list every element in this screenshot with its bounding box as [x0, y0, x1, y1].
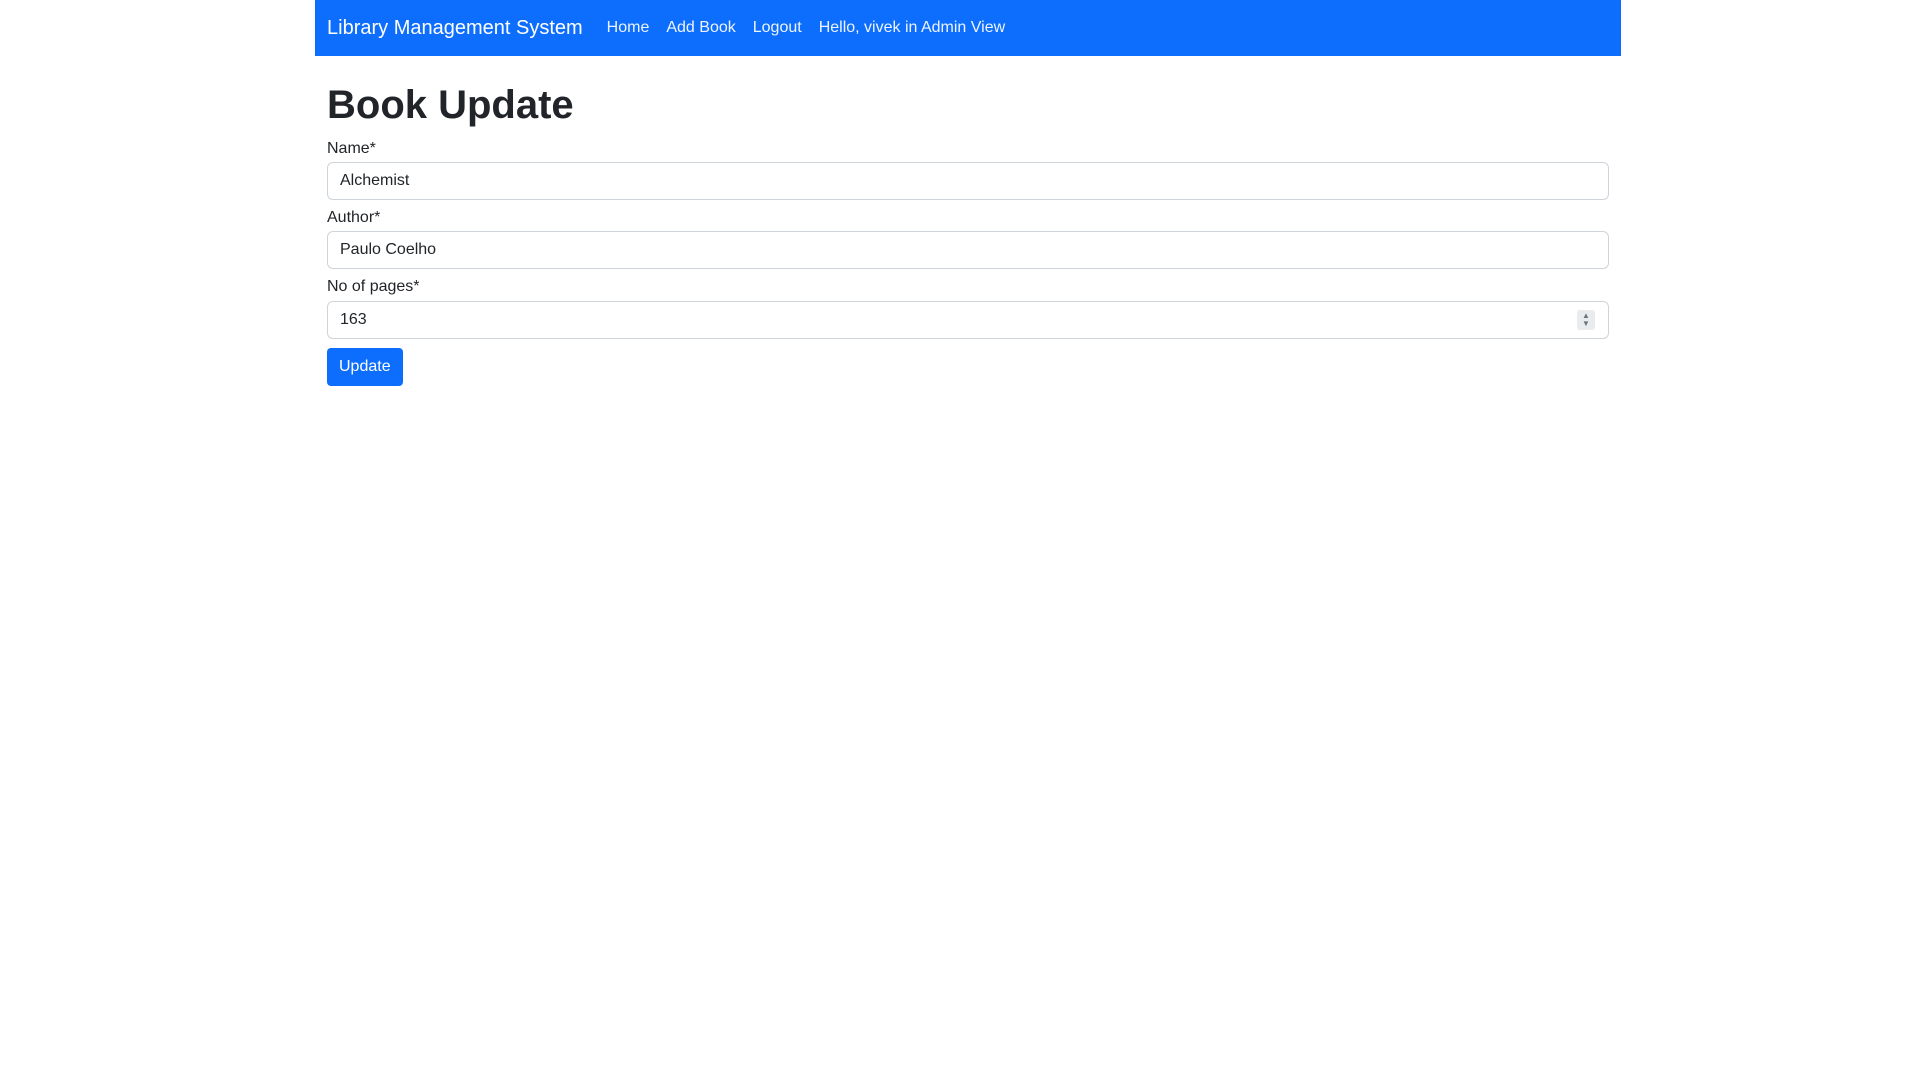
author-input[interactable]: Paulo Coelho: [327, 231, 1609, 270]
top-navbar: Library Management System Home Add Book …: [315, 0, 1621, 56]
pages-field-group: No of pages* 163 ▲ ▼: [327, 277, 1609, 339]
name-field-group: Name* Alchemist: [327, 139, 1609, 201]
nav-link-add-book[interactable]: Add Book: [666, 19, 735, 37]
nav-link-logout[interactable]: Logout: [753, 19, 802, 37]
book-update-form: Name* Alchemist Author* Paulo Coelho No …: [327, 139, 1609, 386]
update-button[interactable]: Update: [327, 347, 403, 386]
pages-number-input[interactable]: 163 ▲ ▼: [327, 300, 1609, 339]
nav-link-home[interactable]: Home: [607, 19, 650, 37]
author-input-value: Paulo Coelho: [340, 241, 437, 259]
navbar-brand[interactable]: Library Management System: [327, 17, 583, 40]
page-container: Library Management System Home Add Book …: [315, 0, 1621, 386]
name-label: Name*: [327, 140, 376, 157]
author-field-group: Author* Paulo Coelho: [327, 208, 1609, 270]
pages-label: No of pages*: [327, 278, 420, 296]
name-input[interactable]: Alchemist: [327, 162, 1609, 201]
chevron-down-icon[interactable]: ▼: [1582, 319, 1590, 328]
nav-user-greeting[interactable]: Hello, vivek in Admin View: [819, 19, 1005, 37]
author-label: Author*: [327, 209, 381, 227]
pages-input-value: 163: [340, 310, 367, 328]
main-content: Book Update Name* Alchemist Author* Paul…: [315, 81, 1621, 386]
number-spinner[interactable]: ▲ ▼: [1577, 309, 1595, 330]
page-title: Book Update: [327, 83, 574, 127]
name-input-value: Alchemist: [340, 172, 410, 190]
